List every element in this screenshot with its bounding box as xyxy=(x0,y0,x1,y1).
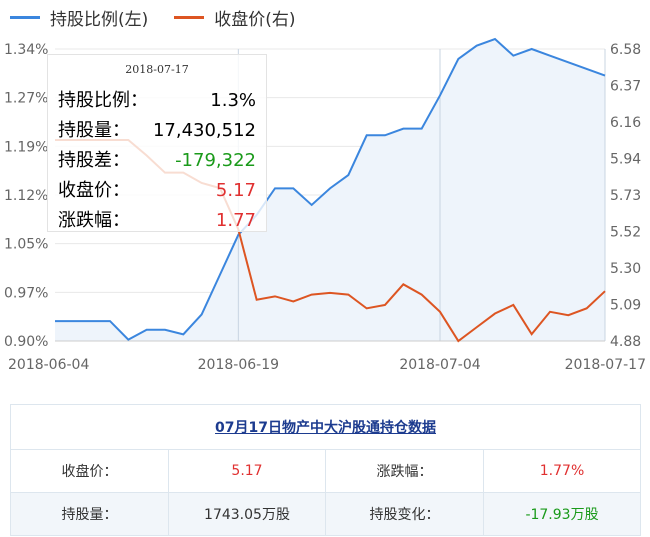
tooltip-label: 持股差： xyxy=(58,150,130,171)
tooltip-row-close: 收盘价： 5.17 xyxy=(48,176,266,206)
hold-label: 持股量： xyxy=(10,492,169,536)
legend-swatch-close xyxy=(174,15,205,19)
x-tick-label: 2018-06-19 xyxy=(198,357,279,373)
y-left-tick-label: 0.90% xyxy=(4,334,48,350)
legend-swatch-holding xyxy=(10,15,40,19)
tooltip-date: 2018-07-17 xyxy=(125,63,189,76)
y-right-tick-label: 5.09 xyxy=(610,298,641,314)
table-title-link[interactable]: 07月17日物产中大沪股通持仓数据 xyxy=(215,420,436,436)
y-left-tick-label: 0.97% xyxy=(4,285,48,301)
y-left-tick-label: 1.05% xyxy=(4,237,48,253)
tooltip-row-quantity: 持股量： 17,430,512 xyxy=(48,116,266,146)
tooltip-value: 1.77 xyxy=(215,210,256,231)
tooltip-row-diff: 持股差： -179,322 xyxy=(48,146,266,176)
legend-label-close: 收盘价(右) xyxy=(214,9,296,30)
x-tick-label: 2018-06-04 xyxy=(8,357,89,373)
legend-label-holding: 持股比例(左) xyxy=(50,9,149,30)
chart-legend: 持股比例(左) 收盘价(右) xyxy=(10,4,322,30)
close-label: 收盘价： xyxy=(10,449,169,493)
tooltip-row-change: 涨跌幅： 1.77 xyxy=(48,206,266,236)
x-tick-label: 2018-07-17 xyxy=(565,357,646,373)
close-value: 5.17 xyxy=(168,449,326,493)
y-right-tick-label: 5.73 xyxy=(610,188,641,204)
tooltip-label: 收盘价： xyxy=(58,180,130,201)
y-right-tick-label: 5.52 xyxy=(610,225,641,241)
holding-data-table: 07月17日物产中大沪股通持仓数据 收盘价： 5.17 涨跌幅： 1.77% 持… xyxy=(9,404,642,536)
y-right-tick-label: 5.30 xyxy=(610,261,641,277)
tooltip-value: 1.3% xyxy=(210,90,256,111)
y-left-tick-label: 1.12% xyxy=(4,188,48,204)
diff-value: -17.93万股 xyxy=(482,492,642,536)
diff-label: 持股变化： xyxy=(325,492,484,536)
legend-item-holding[interactable]: 持股比例(左) xyxy=(10,5,148,30)
y-left-tick-label: 1.34% xyxy=(4,42,48,58)
tooltip-value: 5.17 xyxy=(215,180,256,201)
tooltip-label: 持股比例： xyxy=(58,90,148,111)
table-title-cell: 07月17日物产中大沪股通持仓数据 xyxy=(9,404,642,450)
y-right-tick-label: 6.16 xyxy=(610,115,641,131)
legend-item-close[interactable]: 收盘价(右) xyxy=(174,5,296,30)
y-right-tick-label: 6.58 xyxy=(610,42,641,58)
y-right-tick-label: 4.88 xyxy=(610,334,641,350)
y-left-tick-label: 1.19% xyxy=(4,139,48,155)
table-header-row: 07月17日物产中大沪股通持仓数据 xyxy=(9,404,642,450)
y-right-tick-label: 6.37 xyxy=(610,79,641,95)
tooltip-row-ratio: 持股比例： 1.3% xyxy=(48,86,266,116)
chart-tooltip: 2018-07-17 持股比例： 1.3% 持股量： 17,430,512 持股… xyxy=(47,54,267,232)
y-right-tick-label: 5.94 xyxy=(610,152,641,168)
table-row: 收盘价： 5.17 涨跌幅： 1.77% xyxy=(10,449,642,493)
tooltip-label: 持股量： xyxy=(58,120,130,141)
change-value: 1.77% xyxy=(482,449,642,493)
table-row: 持股量： 1743.05万股 持股变化： -17.93万股 xyxy=(10,492,642,536)
tooltip-value: -179,322 xyxy=(175,150,256,171)
tooltip-value: 17,430,512 xyxy=(152,120,256,141)
change-label: 涨跌幅： xyxy=(325,449,484,493)
x-tick-label: 2018-07-04 xyxy=(399,357,480,373)
hold-value: 1743.05万股 xyxy=(168,492,326,536)
tooltip-label: 涨跌幅： xyxy=(58,210,130,231)
y-left-tick-label: 1.27% xyxy=(4,91,48,107)
